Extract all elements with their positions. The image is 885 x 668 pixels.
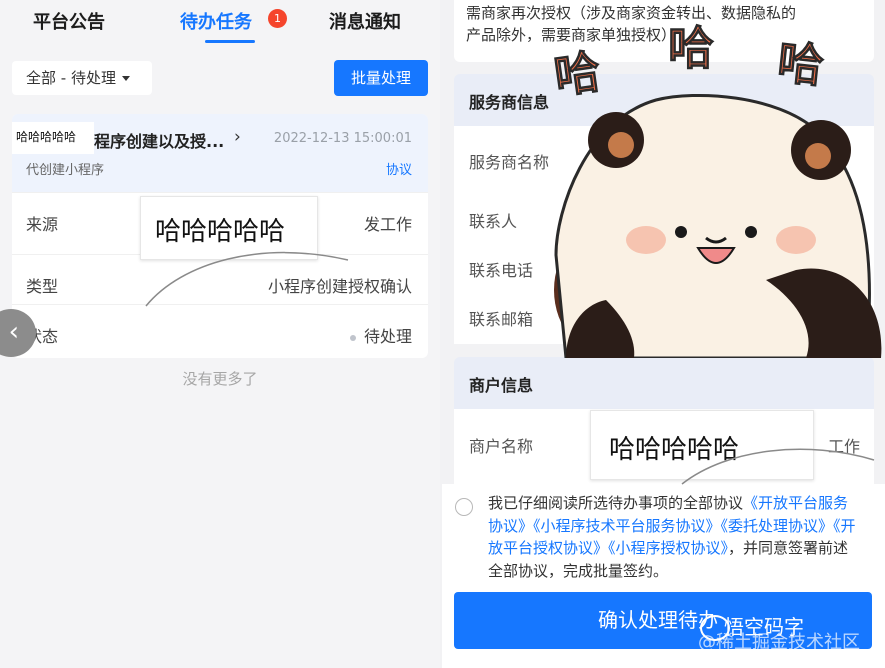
tab-messages[interactable]: 消息通知	[329, 8, 401, 34]
agreement-link[interactable]: 《委托处理协议》	[721, 517, 834, 535]
agreement-link[interactable]: 《小程序技术平台服务协议》	[533, 517, 721, 535]
todo-count-badge: 1	[268, 9, 287, 28]
card-title: 程序创建以及授...	[94, 132, 225, 151]
status-text: 待处理	[363, 327, 412, 346]
chevron-right-icon[interactable]: ›	[234, 127, 241, 147]
row-label: 类型	[26, 277, 59, 296]
status-dot-icon	[349, 334, 356, 341]
scribble-line	[681, 448, 875, 485]
right-panel: 需商家再次授权（涉及商家资金转出、数据隐私的 产品除外，需要商家单独授权） 服务…	[442, 0, 885, 668]
agree-radio[interactable]	[455, 498, 473, 516]
row-value-status: 待处理	[349, 323, 412, 347]
left-panel: 平台公告 待办任务 1 消息通知 全部 - 待处理 批量处理 哈哈哈哈哈 程序创…	[0, 0, 440, 668]
status-filter-dropdown[interactable]: 全部 - 待处理	[12, 61, 152, 95]
row-value: 发工作	[363, 215, 412, 234]
card-row-status: 状态 待处理	[12, 304, 428, 358]
row-label: 来源	[26, 215, 59, 234]
sticker-haha-3: 哈	[774, 34, 827, 94]
card-subtitle: 代创建小程序	[26, 163, 105, 178]
agreement-link[interactable]: 《小程序授权协议》	[608, 539, 728, 557]
filter-label: 全部 - 待处理	[26, 69, 116, 87]
info-label: 联系电话	[469, 261, 534, 280]
todo-card[interactable]: 哈哈哈哈哈 程序创建以及授... › 2022-12-13 15:00:01 代…	[12, 114, 428, 358]
agreement-link[interactable]: 协议	[386, 159, 412, 178]
info-label: 联系人	[469, 212, 518, 231]
no-more-text: 没有更多了	[182, 370, 258, 388]
scribble-line	[145, 251, 349, 307]
agreement-prefix: 我已仔细阅读所选待办事项的全部协议	[488, 494, 744, 512]
agreement-text: 我已仔细阅读所选待办事项的全部协议《开放平台服务协议》《小程序技术平台服务协议》…	[488, 492, 863, 582]
tab-todo[interactable]: 待办任务	[180, 8, 252, 34]
watermark-sub-text: @稀土掘金技术社区	[698, 632, 860, 653]
sticker-tag: 哈哈哈哈哈	[12, 122, 94, 154]
card-time: 2022-12-13 15:00:01	[273, 131, 412, 146]
caret-down-icon	[121, 76, 130, 81]
batch-process-button[interactable]: 批量处理	[334, 60, 428, 96]
merchant-section-title: 商户信息	[454, 357, 874, 409]
sticker-haha-1: 哈	[550, 44, 604, 105]
card-header[interactable]: 哈哈哈哈哈 程序创建以及授... › 2022-12-13 15:00:01 代…	[12, 114, 428, 192]
info-label: 服务商名称	[469, 153, 550, 172]
top-tabs: 平台公告 待办任务 1 消息通知	[0, 0, 440, 48]
info-label: 商户名称	[469, 437, 534, 456]
info-label: 联系邮箱	[469, 310, 534, 329]
active-tab-indicator	[205, 40, 255, 43]
tab-announcements[interactable]: 平台公告	[33, 8, 105, 34]
sticker-haha-2: 哈	[668, 21, 715, 76]
